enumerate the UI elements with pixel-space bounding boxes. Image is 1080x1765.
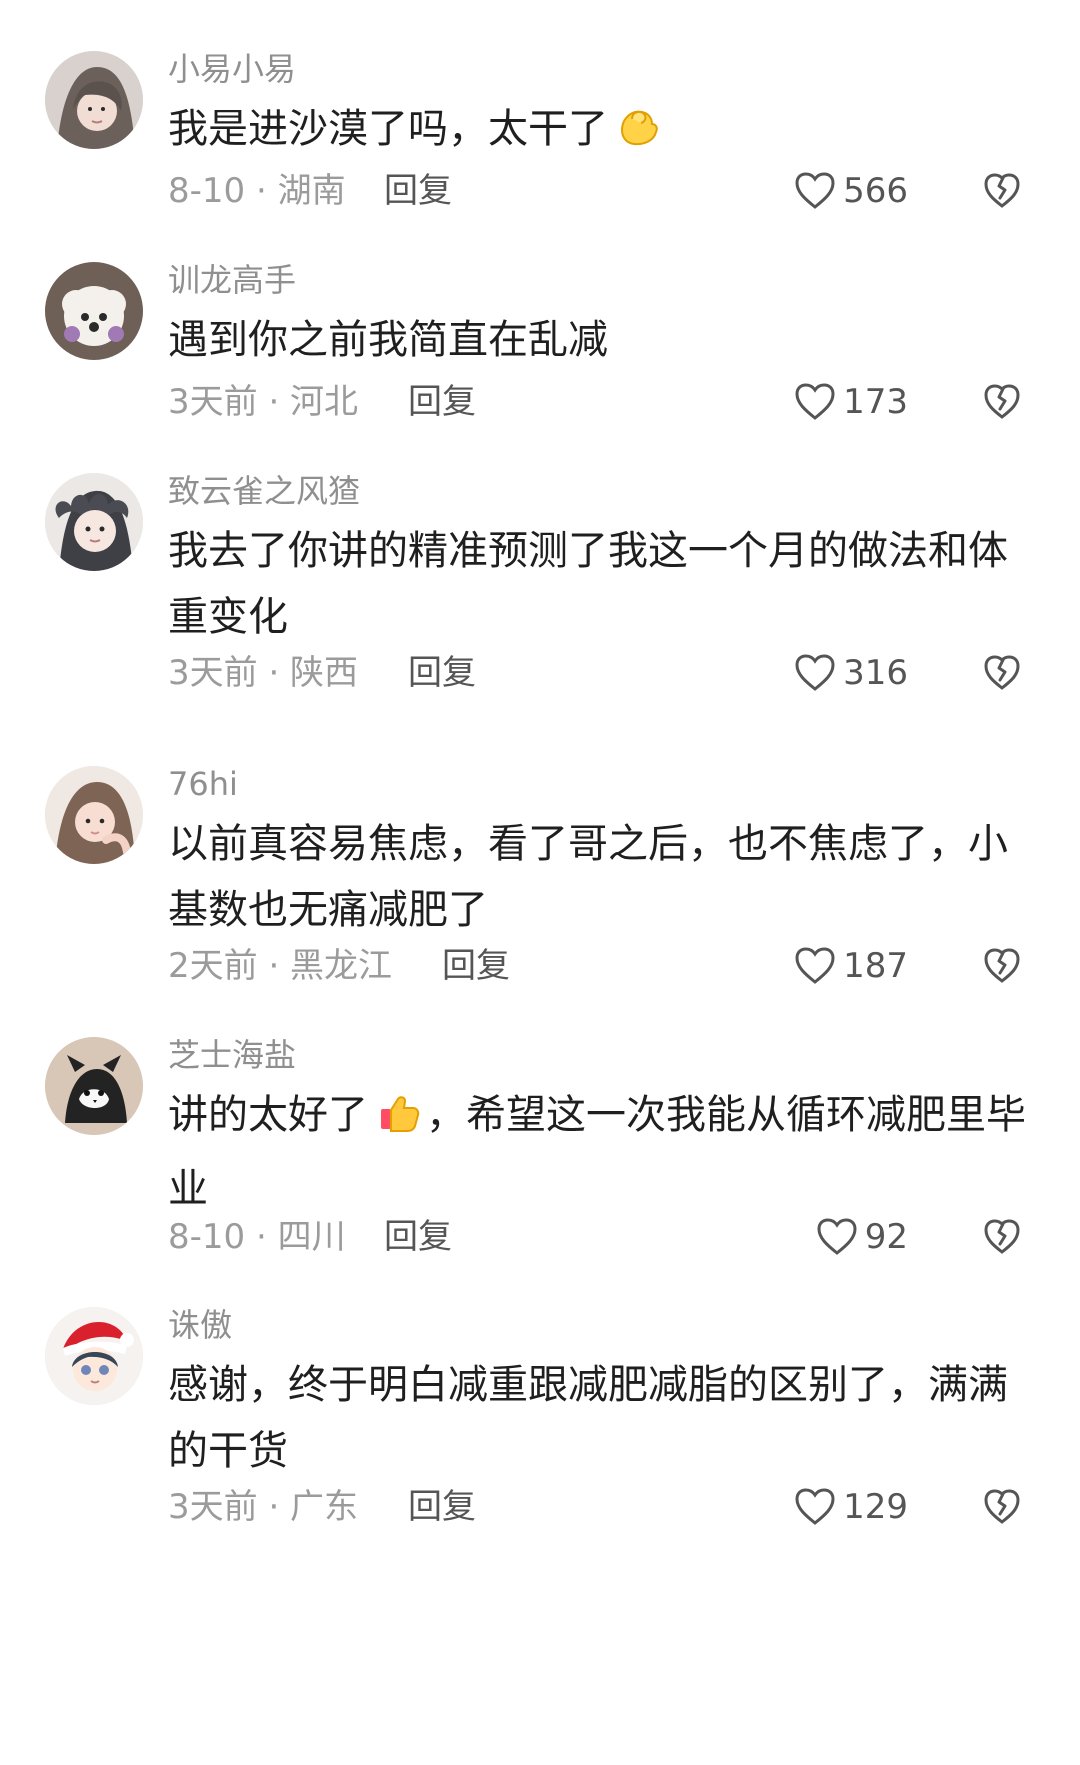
reply-button[interactable]: 回复 [384,1213,452,1261]
comment-text: 我去了你讲的精准预测了我这一个月的做法和体重变化 [168,528,1008,640]
heart-outline-icon [793,171,837,211]
heart-outline-icon [793,946,837,986]
dislike-button[interactable] [978,942,1026,990]
like-button[interactable]: 129 [793,1483,908,1531]
username[interactable]: 76hi [168,763,238,805]
comment-text: 感谢，终于明白减重跟减肥减脂的区别了，满满的干货 [168,1362,1008,1474]
avatar-image [45,262,143,360]
like-button[interactable]: 92 [815,1213,908,1261]
broken-heart-icon [982,172,1022,210]
comment-text-before-emoji: 讲的太好了 [168,1092,368,1138]
like-button[interactable]: 173 [793,378,908,426]
avatar[interactable] [45,262,143,360]
thumbs-up-emoji-icon [374,1088,422,1156]
dislike-button[interactable] [978,167,1026,215]
reply-button[interactable]: 回复 [408,1483,476,1531]
reply-button[interactable]: 回复 [408,649,476,697]
like-count: 187 [843,946,908,986]
like-count: 173 [843,382,908,422]
like-count: 92 [864,1217,908,1257]
dislike-button[interactable] [978,378,1026,426]
reply-button[interactable]: 回复 [442,942,510,990]
comment-time-location: 3天前 · 陕西 [168,653,359,693]
heart-outline-icon [815,1217,859,1257]
avatar-image [45,51,143,149]
avatar-image [45,766,143,864]
broken-heart-icon [982,947,1022,985]
broken-heart-icon [982,1218,1022,1256]
comment-item: 致云雀之风猹 我去了你讲的精准预测了我这一个月的做法和体重变化 3天前 · 陕西… [0,470,1080,790]
comment-item: 诛傲 感谢，终于明白减重跟减肥减脂的区别了，满满的干货 3天前 · 广东 回复 … [0,1304,1080,1624]
avatar[interactable] [45,473,143,571]
reply-button[interactable]: 回复 [384,167,452,215]
comment-text: 遇到你之前我简直在乱减 [168,317,608,363]
comment-meta-row: 8-10 · 四川 回复 92 [168,1213,1048,1261]
comment-meta-row: 3天前 · 陕西 回复 316 [168,649,1048,697]
reply-button[interactable]: 回复 [408,378,476,426]
username[interactable]: 训龙高手 [168,259,296,301]
heart-outline-icon [793,1487,837,1527]
avatar[interactable] [45,1037,143,1135]
dislike-button[interactable] [978,1483,1026,1531]
username[interactable]: 小易小易 [168,48,296,90]
comment-time-location: 8-10 · 四川 [168,1217,346,1257]
comment-time-location: 2天前 · 黑龙江 [168,946,393,986]
like-count: 566 [843,171,908,211]
comment-meta-row: 3天前 · 河北 回复 173 [168,378,1048,426]
muscle-emoji-icon [614,102,662,170]
dislike-button[interactable] [978,1213,1026,1261]
comment-text: 以前真容易焦虑，看了哥之后，也不焦虑了，小基数也无痛减肥了 [168,821,1008,933]
broken-heart-icon [982,1488,1022,1526]
like-button[interactable]: 566 [793,167,908,215]
comment-time-location: 3天前 · 河北 [168,382,359,422]
comment-meta-row: 8-10 · 湖南 回复 566 [168,167,1048,215]
comment-meta-row: 2天前 · 黑龙江 回复 187 [168,942,1048,990]
broken-heart-icon [982,654,1022,692]
comment-list: 小易小易 我是进沙漠了吗，太干了 8-10 · 湖南 回复 566 训龙高手 遇… [0,0,1080,1765]
heart-outline-icon [793,653,837,693]
username[interactable]: 致云雀之风猹 [168,470,360,512]
comment-text-content: 我是进沙漠了吗，太干了 [168,106,608,152]
avatar-image [45,1037,143,1135]
comment-text: 讲的太好了 ，希望这一次我能从循环减肥里毕业 [168,1082,1028,1222]
username[interactable]: 诛傲 [168,1304,232,1346]
avatar-image [45,473,143,571]
like-button[interactable]: 187 [793,942,908,990]
avatar[interactable] [45,1307,143,1405]
like-count: 316 [843,653,908,693]
like-button[interactable]: 316 [793,649,908,697]
avatar-image [45,1307,143,1405]
heart-outline-icon [793,382,837,422]
comment-meta-row: 3天前 · 广东 回复 129 [168,1483,1048,1531]
broken-heart-icon [982,383,1022,421]
comment-time-location: 3天前 · 广东 [168,1487,359,1527]
comment-text: 我是进沙漠了吗，太干了 [168,96,1028,170]
like-count: 129 [843,1487,908,1527]
avatar[interactable] [45,51,143,149]
comment-time-location: 8-10 · 湖南 [168,171,346,211]
username[interactable]: 芝士海盐 [168,1034,296,1076]
dislike-button[interactable] [978,649,1026,697]
avatar[interactable] [45,766,143,864]
